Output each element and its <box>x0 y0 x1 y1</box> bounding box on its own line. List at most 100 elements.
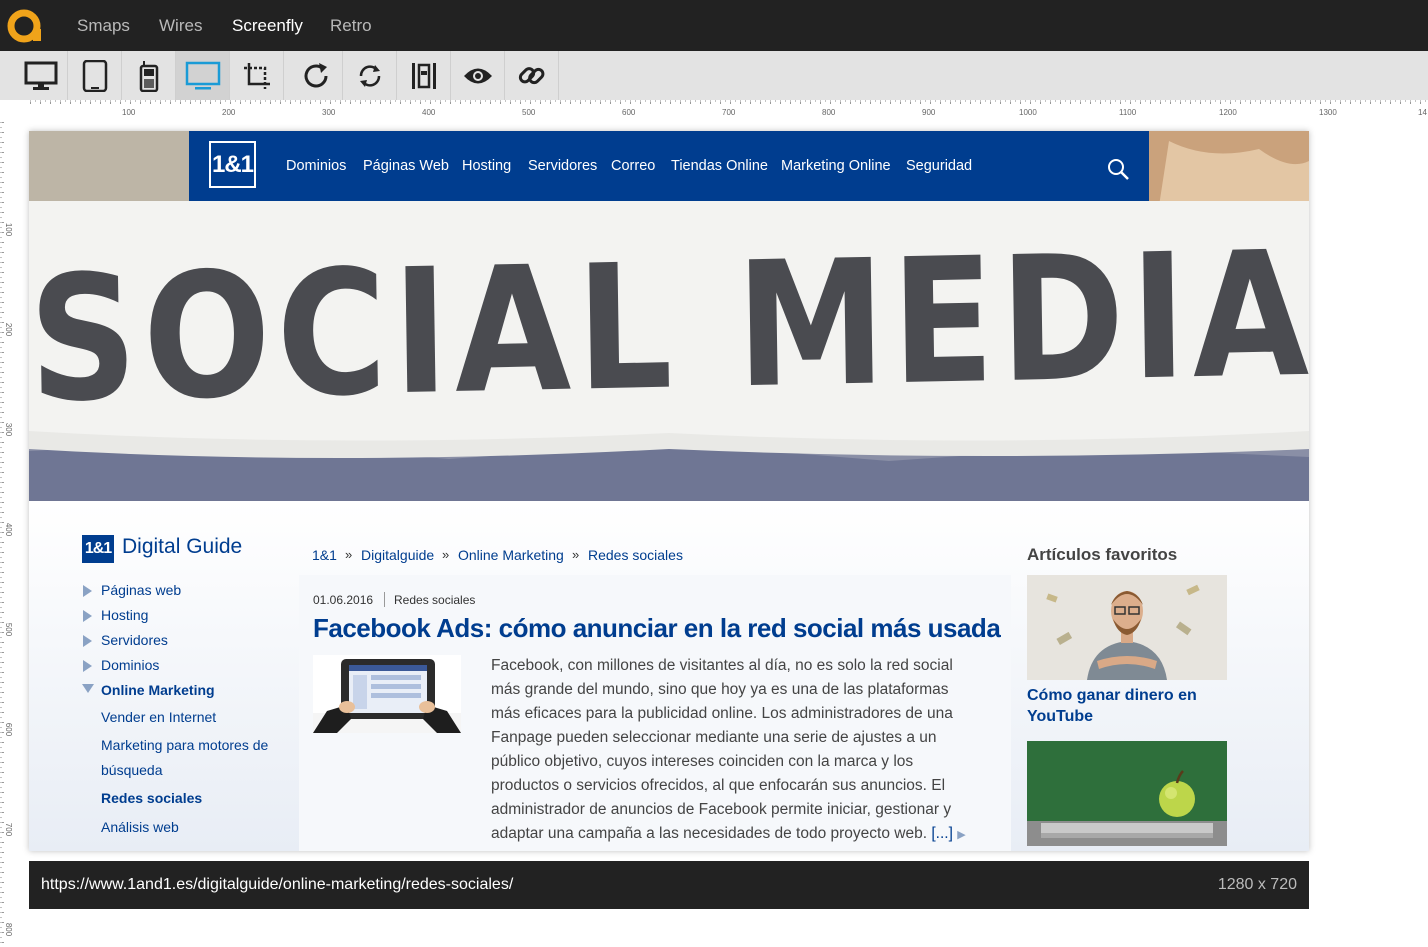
link-icon <box>518 67 544 85</box>
eye-icon <box>463 68 492 84</box>
expand-arrow-icon <box>83 660 92 672</box>
article-excerpt: Facebook, con millones de visitantes al … <box>491 654 981 847</box>
ruler-label: 700 <box>4 822 14 837</box>
breadcrumb-separator: » <box>572 547 580 562</box>
sidebar-item-servidores[interactable]: Servidores <box>101 632 168 648</box>
sidebar-item-paginas-web[interactable]: Páginas web <box>101 582 181 598</box>
share-link-button[interactable] <box>505 51 559 101</box>
hero-banner: 1&1 Dominios Páginas Web Hosting Servido… <box>29 131 1309 501</box>
ruler-label: 1200 <box>1219 108 1237 117</box>
scroll-toggle-icon <box>411 63 436 89</box>
refresh-button[interactable] <box>289 51 343 101</box>
app-logo-icon[interactable] <box>7 9 43 43</box>
site-preview-viewport[interactable]: 1&1 Dominios Páginas Web Hosting Servido… <box>29 131 1309 851</box>
ruler-ticks <box>30 100 1428 104</box>
ruler-label: 100 <box>4 222 14 237</box>
tablet-button[interactable] <box>68 51 122 101</box>
preview-button[interactable] <box>451 51 505 101</box>
favorite-article-title[interactable]: Cómo ganar dinero en YouTube <box>1027 685 1227 727</box>
nav-item-hosting[interactable]: Hosting <box>462 158 511 174</box>
favorites-heading: Artículos favoritos <box>1027 545 1178 564</box>
expand-arrow-icon <box>83 585 92 597</box>
site-nav-bar: 1&1 Dominios Páginas Web Hosting Servido… <box>189 131 1149 201</box>
favorite-article-image[interactable] <box>1027 575 1227 680</box>
desktop-button[interactable] <box>14 51 68 101</box>
article-card: 01.06.2016 Redes sociales Facebook Ads: … <box>299 575 1011 851</box>
ruler-label: 600 <box>4 722 14 737</box>
ruler-label: 1100 <box>1119 108 1137 117</box>
nav-item-dominios[interactable]: Dominios <box>286 158 346 174</box>
apple-chalkboard-photo <box>1027 741 1227 846</box>
read-more-arrow-icon[interactable]: ▶ <box>957 829 965 841</box>
desktop-icon <box>24 61 57 90</box>
nav-item-servidores[interactable]: Servidores <box>528 158 597 174</box>
article-title[interactable]: Facebook Ads: cómo anunciar en la red so… <box>313 613 1001 644</box>
breadcrumb-item[interactable]: Digitalguide <box>361 547 434 563</box>
vertical-ruler: 100 200 300 400 500 600 700 800 <box>0 122 16 947</box>
ruler-label: 1300 <box>1319 108 1337 117</box>
nav-item-paginas-web[interactable]: Páginas Web <box>363 158 449 174</box>
breadcrumb-item[interactable]: Redes sociales <box>588 547 683 563</box>
television-icon <box>185 61 220 90</box>
article-date: 01.06.2016 <box>313 593 374 607</box>
favorite-article-image[interactable] <box>1027 741 1227 846</box>
app-top-bar: Smaps Wires Screenfly Retro <box>0 0 1428 51</box>
ruler-label: 300 <box>4 422 14 437</box>
ruler-label: 800 <box>822 108 836 117</box>
refresh-icon <box>304 63 327 88</box>
read-more-link[interactable]: [...] <box>931 825 953 842</box>
article-thumbnail[interactable] <box>313 655 461 733</box>
mobile-button[interactable] <box>122 51 176 101</box>
tab-wires[interactable]: Wires <box>159 16 202 36</box>
page-content: 1&1 Digital Guide Páginas web Hosting Se… <box>29 501 1309 851</box>
horizontal-ruler: 100 200 300 400 500 600 700 800 900 1000… <box>0 100 1428 122</box>
digital-guide-title[interactable]: Digital Guide <box>122 535 242 559</box>
meta-divider <box>384 592 385 607</box>
crop-button[interactable] <box>230 51 284 101</box>
businessman-money-photo <box>1027 575 1227 680</box>
scroll-toggle-button[interactable] <box>397 51 451 101</box>
rotate-icon <box>359 65 380 87</box>
breadcrumb-separator: » <box>345 547 353 562</box>
expand-arrow-icon <box>83 635 92 647</box>
tab-retro[interactable]: Retro <box>330 16 372 36</box>
sidebar-subitem-vender-en-internet[interactable]: Vender en Internet <box>101 709 216 725</box>
ruler-label: 100 <box>122 108 136 117</box>
site-logo[interactable]: 1&1 <box>209 141 256 188</box>
breadcrumb-item[interactable]: Online Marketing <box>458 547 564 563</box>
ruler-label: 900 <box>922 108 936 117</box>
tablet-illustration-icon <box>313 659 461 733</box>
article-excerpt-text: Facebook, con millones de visitantes al … <box>491 657 953 842</box>
ruler-label: 800 <box>4 922 14 937</box>
breadcrumb-item[interactable]: 1&1 <box>312 547 337 563</box>
sidebar-subitem-marketing-motores[interactable]: Marketing para motores de <box>101 737 268 753</box>
sidebar-subitem-redes-sociales[interactable]: Redes sociales <box>101 790 202 806</box>
sidebar-subitem-marketing-motores-cont[interactable]: búsqueda <box>101 762 163 778</box>
expand-arrow-icon <box>83 610 92 622</box>
ruler-label: 200 <box>222 108 236 117</box>
nav-item-marketing-online[interactable]: Marketing Online <box>781 158 891 174</box>
article-category[interactable]: Redes sociales <box>394 593 475 607</box>
nav-item-tiendas-online[interactable]: Tiendas Online <box>671 158 768 174</box>
mobile-icon <box>139 61 158 92</box>
ruler-label: 200 <box>4 322 14 337</box>
ruler-label: 500 <box>522 108 536 117</box>
preview-url[interactable]: https://www.1and1.es/digitalguide/online… <box>41 876 513 894</box>
rotate-button[interactable] <box>343 51 397 101</box>
ruler-label: 400 <box>422 108 436 117</box>
search-icon[interactable] <box>1107 158 1131 182</box>
sidebar-item-online-marketing[interactable]: Online Marketing <box>101 682 215 698</box>
crop-icon <box>243 63 270 89</box>
hero-headline: SOCIAL MEDIA <box>29 215 1309 441</box>
ruler-label: 700 <box>722 108 736 117</box>
nav-item-seguridad[interactable]: Seguridad <box>906 158 972 174</box>
sidebar-item-dominios[interactable]: Dominios <box>101 657 159 673</box>
nav-item-correo[interactable]: Correo <box>611 158 655 174</box>
sidebar-subitem-analisis-web[interactable]: Análisis web <box>101 819 179 835</box>
ruler-label: 400 <box>4 522 14 537</box>
tab-screenfly[interactable]: Screenfly <box>232 16 303 36</box>
sidebar-item-hosting[interactable]: Hosting <box>101 607 148 623</box>
tab-smaps[interactable]: Smaps <box>77 16 130 36</box>
television-button[interactable] <box>176 51 230 101</box>
digital-guide-logo[interactable]: 1&1 <box>82 535 114 563</box>
